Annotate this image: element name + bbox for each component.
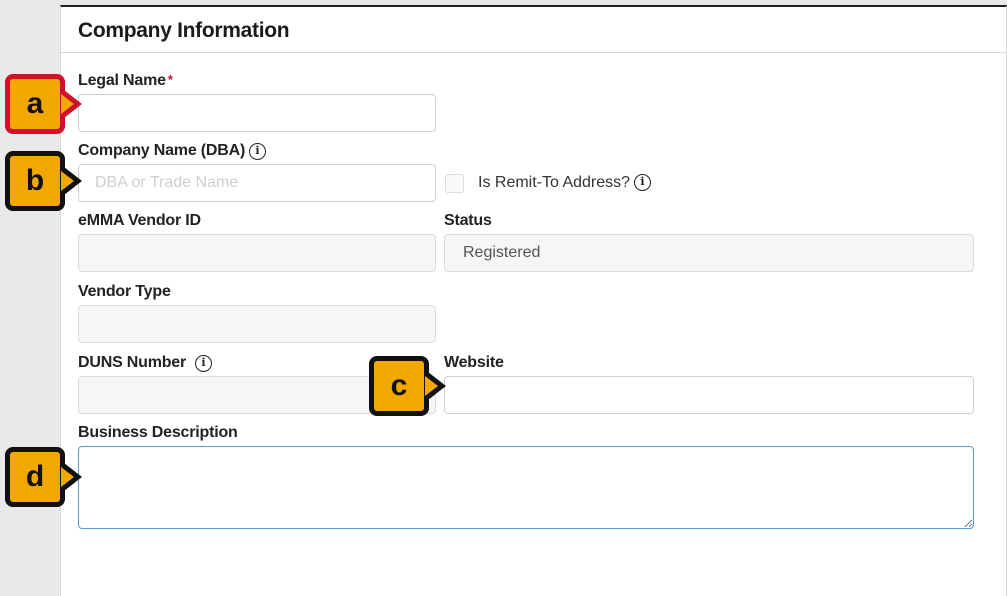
dba-input[interactable] [78, 164, 436, 202]
business-description-label: Business Description [78, 424, 238, 441]
business-description-textarea[interactable] [78, 446, 974, 529]
legal-name-label: Legal Name * [78, 72, 173, 89]
website-input[interactable] [444, 376, 974, 414]
status-label: Status [444, 212, 492, 229]
required-marker: * [167, 72, 173, 87]
callout-b: b [5, 151, 82, 211]
duns-info-icon[interactable]: i [195, 355, 212, 372]
panel-header: Company Information [61, 7, 1006, 53]
remit-to-checkbox[interactable] [445, 174, 464, 193]
remit-to-info-icon[interactable]: i [634, 174, 651, 191]
panel-title: Company Information [78, 19, 290, 42]
emma-vendor-id-field [78, 234, 436, 272]
emma-vendor-id-label: eMMA Vendor ID [78, 212, 201, 229]
dba-label: Company Name (DBA) [78, 142, 246, 159]
callout-c: c [369, 356, 446, 416]
vendor-type-label: Vendor Type [78, 283, 171, 300]
remit-to-label: Is Remit-To Address? [478, 174, 631, 191]
dba-info-icon[interactable]: i [249, 143, 266, 160]
status-value: Registered [463, 244, 541, 261]
vendor-type-field [78, 305, 436, 343]
callout-d: d [5, 447, 82, 507]
legal-name-input[interactable] [78, 94, 436, 132]
callout-a: a [5, 74, 82, 134]
website-label: Website [444, 354, 504, 371]
duns-label: DUNS Number [78, 354, 187, 371]
status-field: Registered [444, 234, 974, 272]
